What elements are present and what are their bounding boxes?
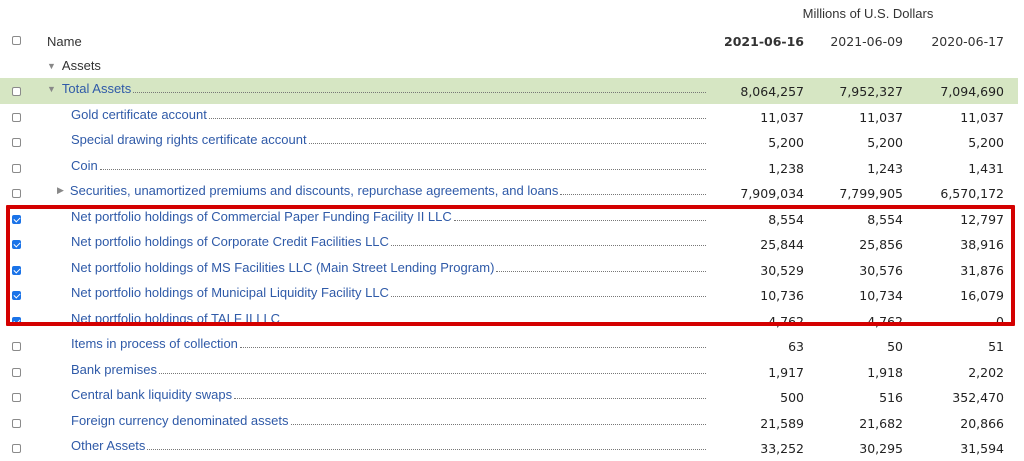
value-cell-2: 7,952,327: [839, 84, 903, 99]
value-cell-3: 1,431: [968, 161, 1004, 176]
table-row[interactable]: Central bank liquidity swaps 500 516 352,47…: [0, 384, 1024, 410]
row-checkbox[interactable]: [12, 87, 21, 96]
units-caption: Millions of U.S. Dollars: [0, 0, 1024, 26]
row-label[interactable]: Special drawing rights certificate accou…: [71, 132, 307, 147]
row-label[interactable]: Foreign currency denominated assets: [71, 413, 289, 428]
row-label[interactable]: ▶ Securities, unamortized premiums and di…: [57, 183, 558, 198]
leader-dots: [309, 143, 706, 144]
value-cell-1: 11,037: [760, 110, 804, 125]
value-cell-1: 1,238: [768, 161, 804, 176]
row-label[interactable]: Gold certificate account: [71, 107, 207, 122]
value-cell-1: 33,252: [760, 441, 804, 456]
leader-dots: [240, 347, 706, 348]
value-cell-3: 51: [988, 339, 1004, 354]
value-cell-3: 6,570,172: [940, 186, 1004, 201]
row-label-text: Total Assets: [61, 81, 132, 96]
row-label[interactable]: Items in process of collection: [71, 336, 238, 351]
leader-dots: [147, 449, 706, 450]
table-row[interactable]: Other Assets 33,252 30,295 31,594: [0, 435, 1024, 461]
value-cell-2: 7,799,905: [839, 186, 903, 201]
row-checkbox[interactable]: [12, 419, 21, 428]
row-label[interactable]: Other Assets: [71, 438, 145, 453]
row-label[interactable]: Coin: [71, 158, 98, 173]
row-label-text: Bank premises: [71, 362, 157, 377]
value-cell-1: 63: [788, 339, 804, 354]
collapse-caret-icon[interactable]: ▼: [47, 84, 56, 94]
value-cell-2: 30,295: [859, 441, 903, 456]
date-column-header-3[interactable]: 2020-06-17: [914, 34, 1004, 49]
value-cell-3: 352,470: [952, 390, 1004, 405]
value-cell-3: 11,037: [960, 110, 1004, 125]
group-row-assets[interactable]: ▼ Assets: [0, 54, 1024, 80]
row-label[interactable]: Central bank liquidity swaps: [71, 387, 232, 402]
row-checkbox[interactable]: [12, 444, 21, 453]
select-all-checkbox[interactable]: [12, 36, 21, 45]
value-cell-2: 21,682: [859, 416, 903, 431]
expand-caret-icon[interactable]: ▶: [57, 185, 64, 196]
value-cell-2: 1,243: [867, 161, 903, 176]
row-label-text: Other Assets: [71, 438, 146, 453]
table-row[interactable]: Coin 1,238 1,243 1,431: [0, 155, 1024, 181]
table-row[interactable]: Foreign currency denominated assets 21,58…: [0, 410, 1024, 436]
row-label[interactable]: ▼ Total Assets: [47, 81, 131, 96]
value-cell-3: 31,594: [960, 441, 1004, 456]
table-header: Name 2021-06-16 2021-06-09 2020-06-17: [0, 28, 1024, 54]
leader-dots: [100, 169, 706, 170]
value-cell-1: 8,064,257: [740, 84, 804, 99]
row-label-text: Coin: [71, 158, 98, 173]
row-label-text: Gold certificate account: [71, 107, 207, 122]
date-column-header-2[interactable]: 2021-06-09: [813, 34, 903, 49]
row-label-text: Special drawing rights certificate accou…: [71, 132, 307, 147]
value-cell-1: 5,200: [768, 135, 804, 150]
table-row[interactable]: Items in process of collection 63 50 51: [0, 333, 1024, 359]
value-cell-3: 7,094,690: [940, 84, 1004, 99]
leader-dots: [560, 194, 706, 195]
expand-caret-icon[interactable]: ▼: [47, 61, 56, 71]
value-cell-1: 500: [780, 390, 804, 405]
table-row[interactable]: ▼ Total Assets 8,064,257 7,952,327 7,094,690: [0, 78, 1024, 104]
row-checkbox[interactable]: [12, 368, 21, 377]
row-checkbox[interactable]: [12, 113, 21, 122]
leader-dots: [209, 118, 706, 119]
name-column-header[interactable]: Name: [47, 34, 82, 49]
row-label-text: Central bank liquidity swaps: [71, 387, 233, 402]
row-checkbox[interactable]: [12, 393, 21, 402]
value-cell-3: 5,200: [968, 135, 1004, 150]
row-checkbox[interactable]: [12, 138, 21, 147]
row-label-text: Securities, unamortized premiums and dis…: [69, 183, 559, 198]
selection-highlight-box: [6, 205, 1015, 326]
value-cell-2: 1,918: [867, 365, 903, 380]
value-cell-2: 11,037: [859, 110, 903, 125]
table-row[interactable]: Bank premises 1,917 1,918 2,202: [0, 359, 1024, 385]
units-label: Millions of U.S. Dollars: [802, 5, 934, 21]
table-row[interactable]: ▶ Securities, unamortized premiums and di…: [0, 180, 1024, 206]
row-checkbox[interactable]: [12, 342, 21, 351]
date-column-header-1[interactable]: 2021-06-16: [714, 34, 804, 49]
value-cell-1: 7,909,034: [740, 186, 804, 201]
table-row[interactable]: Gold certificate account 11,037 11,037 11,0…: [0, 104, 1024, 130]
leader-dots: [133, 92, 706, 93]
value-cell-3: 20,866: [960, 416, 1004, 431]
row-label-text: Items in process of collection: [71, 336, 238, 351]
leader-dots: [291, 424, 706, 425]
value-cell-3: 2,202: [968, 365, 1004, 380]
value-cell-1: 21,589: [760, 416, 804, 431]
leader-dots: [234, 398, 706, 399]
group-label: Assets: [61, 58, 101, 73]
leader-dots: [159, 373, 706, 374]
value-cell-1: 1,917: [768, 365, 804, 380]
table-row[interactable]: Special drawing rights certificate accou…: [0, 129, 1024, 155]
value-cell-2: 516: [879, 390, 903, 405]
value-cell-2: 5,200: [867, 135, 903, 150]
row-label[interactable]: Bank premises: [71, 362, 157, 377]
row-checkbox[interactable]: [12, 164, 21, 173]
row-label-text: Foreign currency denominated assets: [71, 413, 289, 428]
row-checkbox[interactable]: [12, 189, 21, 198]
value-cell-2: 50: [887, 339, 903, 354]
